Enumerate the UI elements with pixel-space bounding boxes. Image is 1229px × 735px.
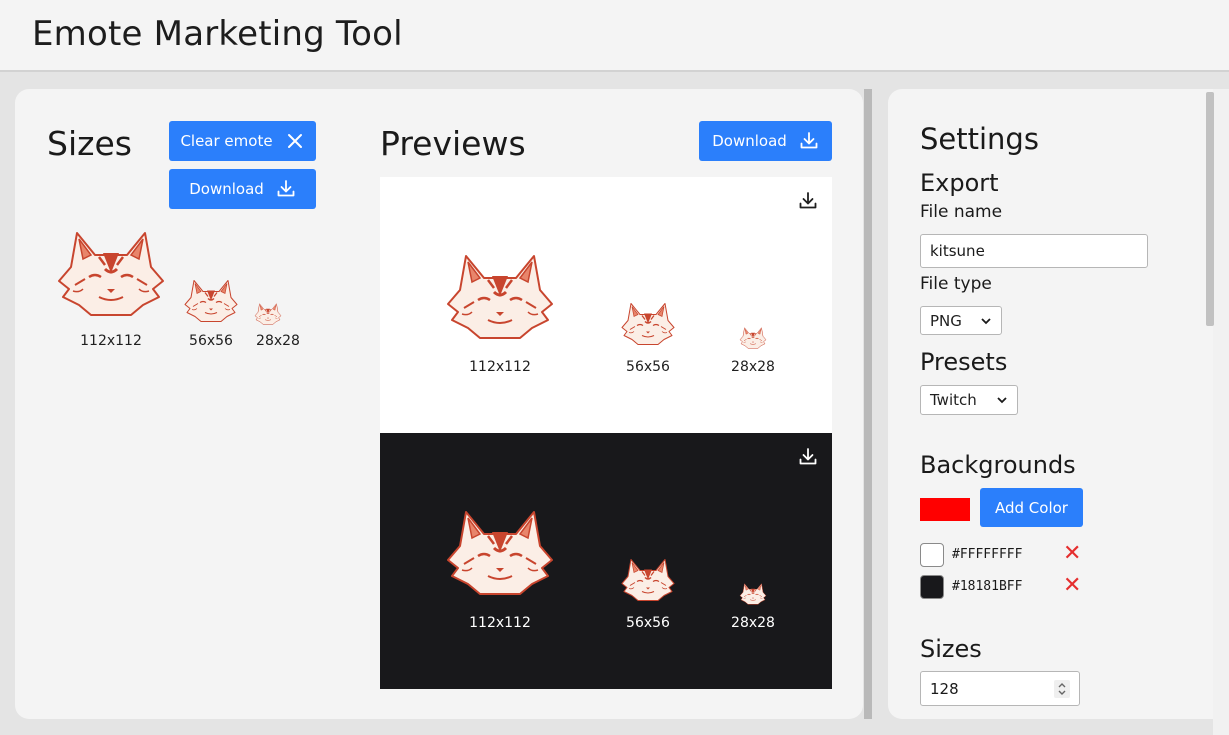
previews-download-label: Download xyxy=(712,132,787,150)
previews-heading: Previews xyxy=(380,124,526,163)
scrollbar-thumb[interactable] xyxy=(1206,92,1214,326)
emote-preview-56 xyxy=(620,301,676,347)
preview-white-label-112: 112x112 xyxy=(469,359,531,375)
emote-preview-112 xyxy=(444,251,556,343)
sizes-number-input[interactable]: 128 xyxy=(920,671,1080,706)
preview-dark-label-28: 28x28 xyxy=(731,615,775,631)
close-icon xyxy=(287,134,302,148)
color-picker[interactable] xyxy=(920,498,970,521)
download-icon[interactable] xyxy=(798,191,818,211)
emote-preview-28 xyxy=(739,326,767,350)
thumb-label-56: 56x56 xyxy=(189,333,233,349)
sizes-settings-heading: Sizes xyxy=(920,635,982,663)
file-name-value: kitsune xyxy=(930,242,985,260)
app-header: Emote Marketing Tool xyxy=(0,0,1229,72)
sizes-download-button[interactable]: Download xyxy=(169,169,316,209)
clear-emote-button[interactable]: Clear emote xyxy=(169,121,316,161)
preview-white: 112x112 56x56 28x28 xyxy=(380,177,832,433)
emote-preview-56 xyxy=(620,557,676,603)
chevron-down-icon xyxy=(997,397,1007,404)
settings-heading: Settings xyxy=(920,122,1039,156)
download-icon xyxy=(276,179,296,199)
chevron-down-icon xyxy=(981,317,991,324)
emote-thumb-112 xyxy=(55,226,167,322)
emote-thumb-28 xyxy=(254,302,282,326)
file-name-label: File name xyxy=(920,202,1003,222)
emote-preview-112 xyxy=(444,507,556,599)
bg-swatch-white xyxy=(920,543,944,567)
presets-heading: Presets xyxy=(920,348,1008,376)
sizes-download-label: Download xyxy=(189,180,264,198)
scrollbar-track[interactable] xyxy=(1213,89,1229,735)
presets-select[interactable]: Twitch xyxy=(920,385,1018,415)
add-color-button[interactable]: Add Color xyxy=(980,488,1083,527)
emote-preview-28 xyxy=(739,582,767,606)
bg-swatch-dark xyxy=(920,575,944,599)
preview-dark-label-112: 112x112 xyxy=(469,615,531,631)
add-color-label: Add Color xyxy=(995,498,1068,517)
bg-hex-dark: #18181BFF xyxy=(952,579,1023,594)
sizes-heading: Sizes xyxy=(47,124,132,163)
emote-thumb-56 xyxy=(183,278,239,324)
thumb-label-28: 28x28 xyxy=(256,333,300,349)
remove-x-icon[interactable]: ✕ xyxy=(1063,575,1081,597)
previews-download-button[interactable]: Download xyxy=(699,121,832,161)
file-name-input[interactable]: kitsune xyxy=(920,234,1148,268)
clear-emote-label: Clear emote xyxy=(180,132,273,150)
file-type-value: PNG xyxy=(930,311,962,330)
bg-hex-white: #FFFFFFFF xyxy=(952,547,1023,562)
panel-divider[interactable] xyxy=(864,89,872,719)
thumb-label-112: 112x112 xyxy=(80,333,142,349)
download-icon[interactable] xyxy=(798,447,818,467)
stepper-icon[interactable] xyxy=(1054,679,1070,698)
file-type-select[interactable]: PNG xyxy=(920,306,1002,335)
preview-dark: 112x112 56x56 28x28 xyxy=(380,433,832,689)
backgrounds-heading: Backgrounds xyxy=(920,451,1076,479)
presets-value: Twitch xyxy=(930,391,977,409)
download-icon xyxy=(799,131,819,151)
preview-dark-label-56: 56x56 xyxy=(626,615,670,631)
preview-white-label-28: 28x28 xyxy=(731,359,775,375)
app-title: Emote Marketing Tool xyxy=(32,14,403,54)
export-heading: Export xyxy=(920,169,999,197)
remove-x-icon[interactable]: ✕ xyxy=(1063,543,1081,565)
file-type-label: File type xyxy=(920,274,992,294)
sizes-number-value: 128 xyxy=(930,679,959,698)
preview-white-label-56: 56x56 xyxy=(626,359,670,375)
